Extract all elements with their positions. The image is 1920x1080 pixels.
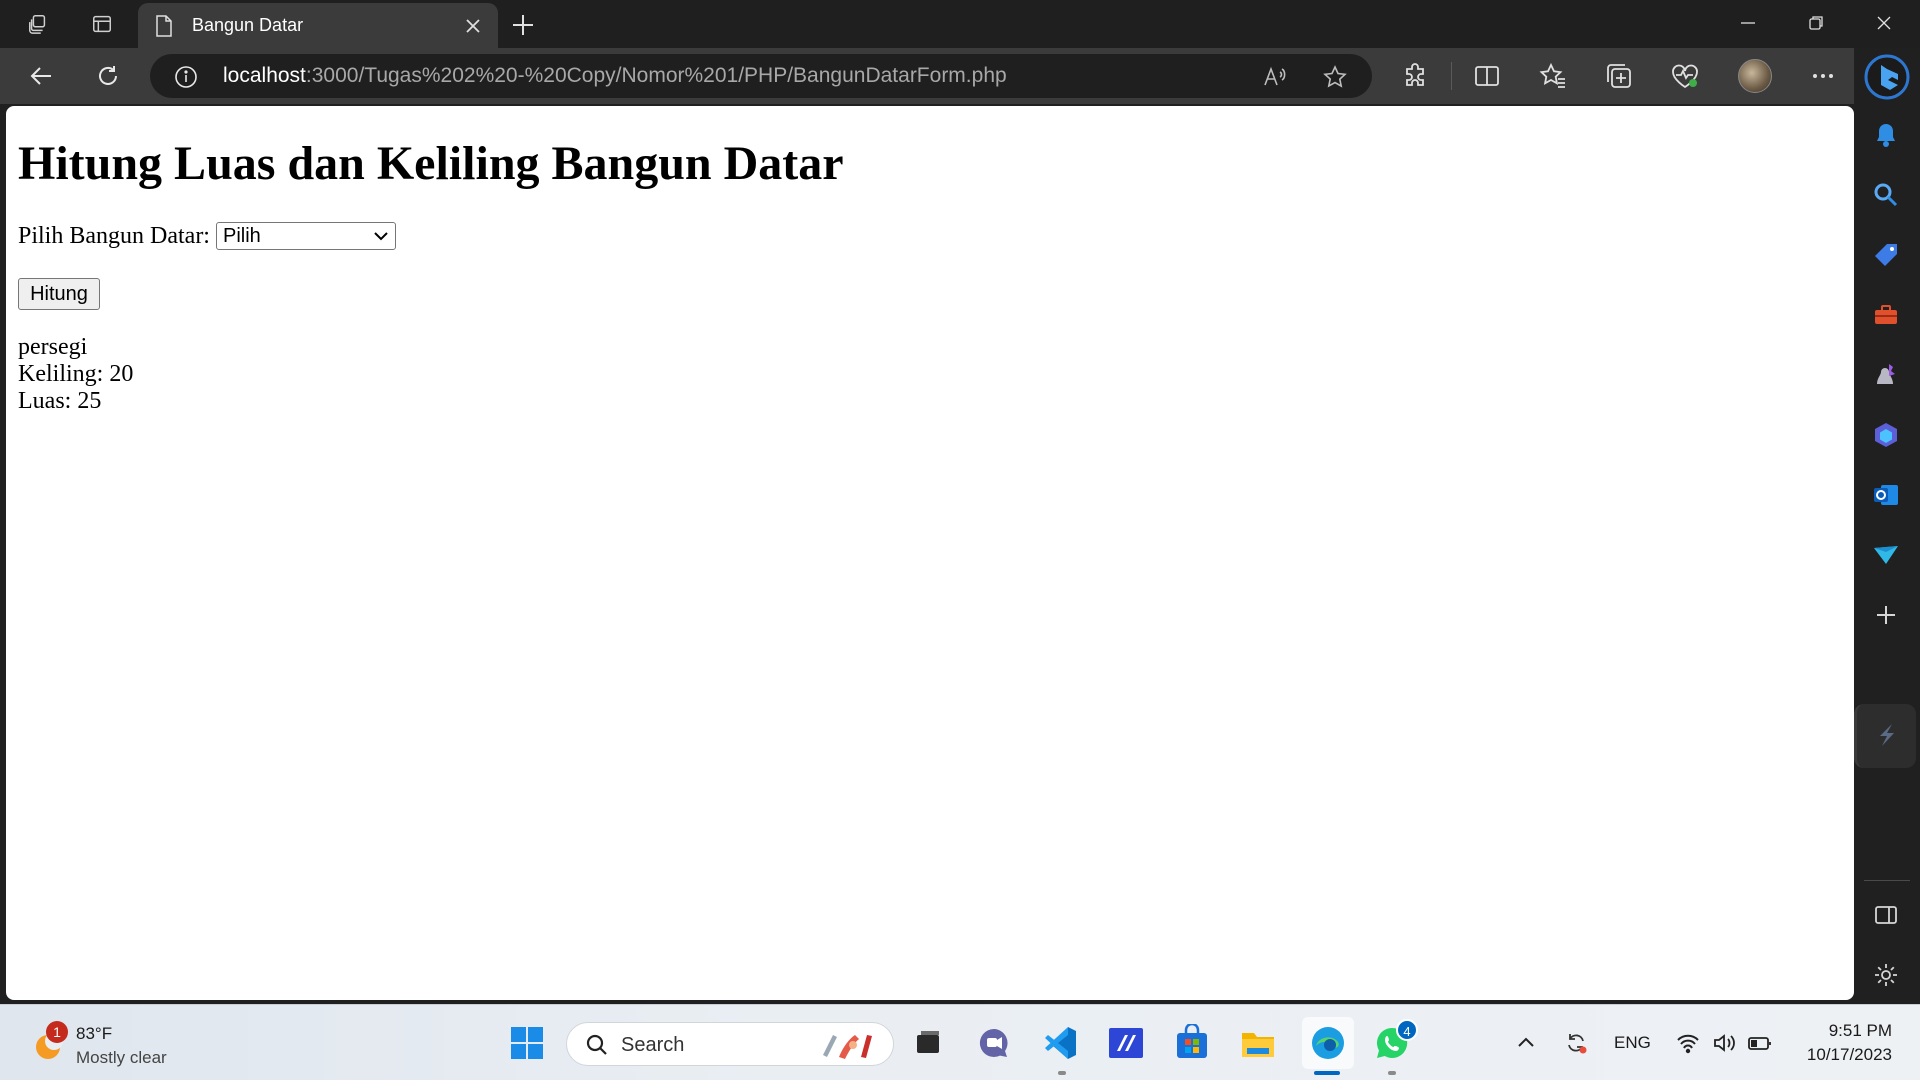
edge-sidebar bbox=[1854, 48, 1920, 1004]
weather-condition: Mostly clear bbox=[76, 1048, 167, 1067]
toolbox-icon[interactable] bbox=[1871, 300, 1901, 330]
search-highlight-icon bbox=[823, 1035, 872, 1059]
toolbar-divider bbox=[1451, 62, 1452, 90]
navigation-toolbar: localhost:3000/Tugas%202%20-%20Copy/Nomo… bbox=[0, 48, 1920, 104]
more-options-icon[interactable] bbox=[1808, 61, 1838, 91]
page-viewport: Hitung Luas dan Keliling Bangun Datar Pi… bbox=[6, 106, 1854, 1000]
new-tab-icon[interactable] bbox=[508, 10, 538, 40]
games-icon[interactable] bbox=[1871, 360, 1901, 390]
result-shape: persegi bbox=[18, 334, 88, 360]
page-heading: Hitung Luas dan Keliling Bangun Datar bbox=[18, 137, 844, 190]
send-icon[interactable] bbox=[1871, 540, 1901, 570]
battery-icon[interactable] bbox=[1744, 1027, 1776, 1059]
language-indicator[interactable]: ENG bbox=[1614, 1033, 1651, 1053]
profile-avatar[interactable] bbox=[1738, 59, 1772, 93]
site-info-icon[interactable] bbox=[174, 65, 198, 89]
extensions-icon[interactable] bbox=[1400, 61, 1430, 91]
shape-select[interactable]: Pilih bbox=[215, 222, 396, 250]
restore-icon[interactable] bbox=[1782, 0, 1850, 46]
favorites-icon[interactable] bbox=[1538, 61, 1568, 91]
split-screen-icon[interactable] bbox=[1472, 61, 1502, 91]
teams-chat-icon[interactable] bbox=[972, 1021, 1016, 1065]
whatsapp-badge: 4 bbox=[1396, 1019, 1418, 1041]
sync-icon[interactable] bbox=[1560, 1027, 1592, 1059]
volume-icon[interactable] bbox=[1708, 1027, 1740, 1059]
file-explorer-icon[interactable] bbox=[1236, 1021, 1280, 1065]
store-icon[interactable] bbox=[1170, 1021, 1214, 1065]
wifi-icon[interactable] bbox=[1672, 1027, 1704, 1059]
vscode-icon[interactable] bbox=[1038, 1021, 1082, 1065]
result-luas: Luas: 25 bbox=[18, 388, 102, 414]
weather-temp: 83°F bbox=[76, 1024, 113, 1043]
clock-time: 9:51 PM bbox=[1828, 1021, 1892, 1040]
shape-select-label: Pilih Bangun Datar: bbox=[18, 222, 210, 249]
favorite-star-icon[interactable] bbox=[1322, 64, 1348, 90]
chevron-down-icon bbox=[374, 232, 388, 241]
url-text[interactable]: localhost:3000/Tugas%202%20-%20Copy/Nomo… bbox=[223, 64, 1007, 88]
minimize-icon[interactable] bbox=[1714, 0, 1782, 46]
result-keliling: Keliling: 20 bbox=[18, 361, 134, 387]
settings-gear-icon[interactable] bbox=[1871, 960, 1901, 990]
vscode-running-indicator bbox=[1058, 1071, 1066, 1075]
taskbar-search-placeholder: Search bbox=[621, 1034, 685, 1056]
copilot-icon[interactable] bbox=[1871, 420, 1901, 450]
collections-icon[interactable] bbox=[1604, 61, 1634, 91]
browser-essentials-icon[interactable] bbox=[1670, 61, 1700, 91]
read-aloud-icon[interactable] bbox=[1262, 64, 1288, 90]
hide-sidebar-icon[interactable] bbox=[1871, 900, 1901, 930]
page-icon bbox=[156, 14, 172, 37]
drop-icon bbox=[1880, 724, 1894, 746]
start-icon[interactable] bbox=[505, 1021, 549, 1065]
vertical-tabs-icon[interactable] bbox=[82, 7, 122, 41]
address-bar[interactable]: localhost:3000/Tugas%202%20-%20Copy/Nomo… bbox=[150, 54, 1372, 98]
whatsapp-running-indicator bbox=[1388, 1071, 1396, 1075]
sidebar-active-app[interactable] bbox=[1854, 704, 1916, 768]
shape-select-row: Pilih Bangun Datar: Pilih bbox=[18, 222, 396, 250]
clock-date: 10/17/2023 bbox=[1806, 1045, 1892, 1064]
search-icon[interactable] bbox=[1871, 180, 1901, 210]
windows-taskbar: 1 83°F Mostly clear Search 4 ENG 9:51 PM… bbox=[0, 1004, 1920, 1080]
weather-widget[interactable]: 1 83°F Mostly clear bbox=[26, 1019, 226, 1069]
back-icon[interactable] bbox=[22, 57, 62, 95]
taskbar-search[interactable]: Search bbox=[566, 1022, 894, 1066]
visual-studio-icon[interactable] bbox=[1104, 1021, 1148, 1065]
weather-alert-badge: 1 bbox=[46, 1021, 68, 1043]
bing-copilot-icon[interactable] bbox=[1864, 54, 1910, 100]
task-view-icon[interactable] bbox=[906, 1021, 950, 1065]
edge-active-indicator bbox=[1314, 1071, 1340, 1075]
show-hidden-icons-icon[interactable] bbox=[1512, 1027, 1540, 1059]
hitung-button[interactable]: Hitung bbox=[18, 278, 100, 310]
outlook-icon[interactable] bbox=[1871, 480, 1901, 510]
bell-icon[interactable] bbox=[1871, 120, 1901, 150]
search-icon bbox=[586, 1034, 607, 1055]
clock[interactable]: 9:51 PM 10/17/2023 bbox=[1792, 1019, 1892, 1067]
tag-icon[interactable] bbox=[1871, 240, 1901, 270]
close-tab-icon[interactable] bbox=[462, 15, 484, 37]
tab-bangun-datar[interactable]: Bangun Datar bbox=[138, 3, 498, 48]
shape-select-value: Pilih bbox=[222, 225, 261, 247]
close-window-icon[interactable] bbox=[1850, 0, 1918, 46]
sidebar-divider bbox=[1864, 880, 1910, 881]
workspaces-icon[interactable] bbox=[18, 7, 58, 41]
tab-title: Bangun Datar bbox=[192, 15, 304, 35]
refresh-icon[interactable] bbox=[88, 57, 128, 95]
tab-strip: Bangun Datar bbox=[0, 0, 1920, 48]
add-icon[interactable] bbox=[1871, 600, 1901, 630]
result-block: persegi Keliling: 20 Luas: 25 bbox=[18, 334, 133, 415]
edge-browser-icon[interactable] bbox=[1302, 1017, 1354, 1069]
